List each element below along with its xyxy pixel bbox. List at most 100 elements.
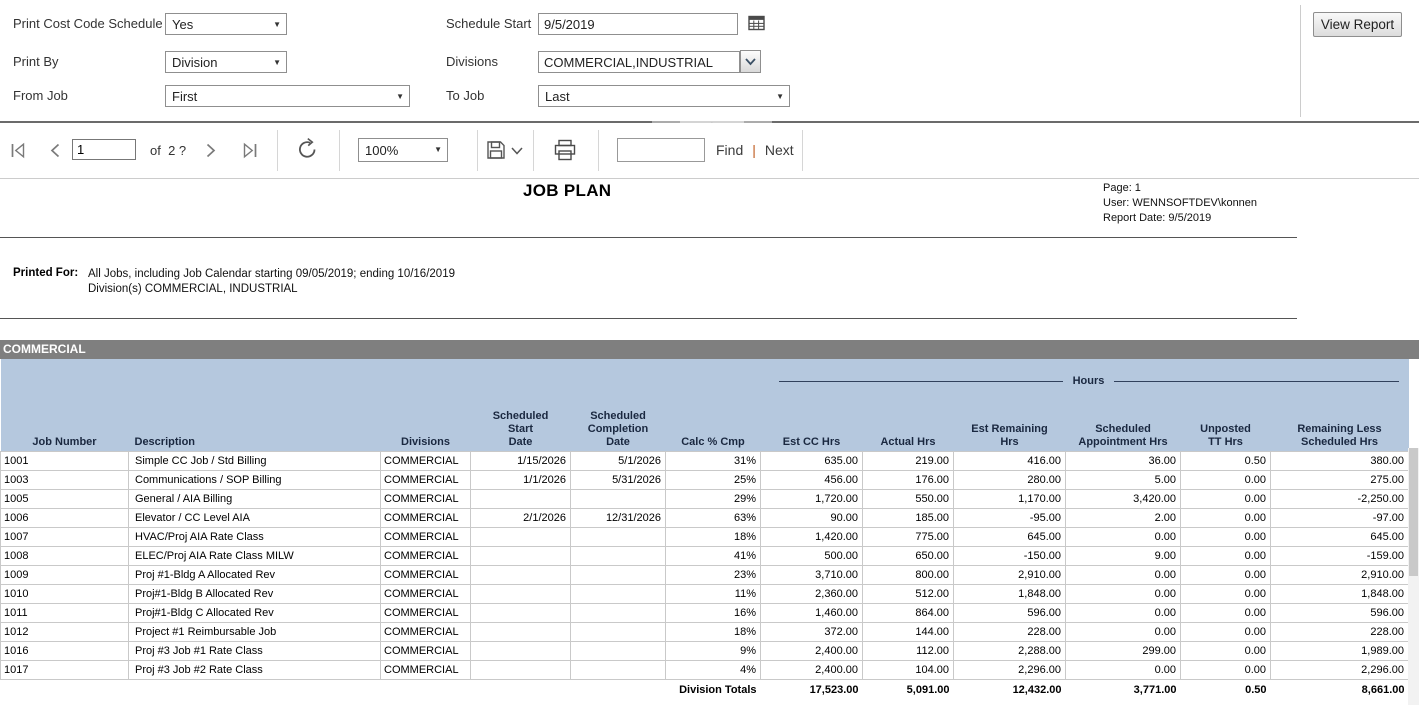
table-cell xyxy=(471,490,571,509)
table-cell xyxy=(571,642,666,661)
page-info-block: Page: 1 User: WENNSOFTDEV\konnen Report … xyxy=(1103,181,1257,226)
to-job-select[interactable]: Last ▼ xyxy=(538,85,790,107)
column-header-scheduled-appointment-hrs: Scheduled Appointment Hrs xyxy=(1066,403,1181,452)
table-cell: 5/31/2026 xyxy=(571,471,666,490)
report-title: JOB PLAN xyxy=(523,181,611,201)
table-cell: 1,989.00 xyxy=(1271,642,1409,661)
table-cell: 2/1/2026 xyxy=(471,509,571,528)
column-header-actual-hrs: Actual Hrs xyxy=(863,403,954,452)
previous-page-icon[interactable] xyxy=(46,141,64,160)
table-cell xyxy=(471,642,571,661)
table-cell: 0.00 xyxy=(1181,528,1271,547)
header-rule xyxy=(0,237,1297,238)
calendar-icon[interactable] xyxy=(747,13,766,32)
table-cell: -159.00 xyxy=(1271,547,1409,566)
save-chevron-down-icon[interactable] xyxy=(510,146,524,156)
printed-for-label: Printed For: xyxy=(13,267,78,279)
parameter-panel: Print Cost Code Schedule Yes ▼ Print By … xyxy=(0,0,1419,123)
print-by-select[interactable]: Division ▼ xyxy=(165,51,287,73)
zoom-select[interactable]: 100% ▼ xyxy=(358,138,448,162)
table-cell: 0.00 xyxy=(1181,642,1271,661)
table-cell: 16% xyxy=(666,604,761,623)
report-viewer-window: Print Cost Code Schedule Yes ▼ Print By … xyxy=(0,0,1419,705)
table-cell: Proj#1-Bldg B Allocated Rev xyxy=(129,585,381,604)
division-section-header: COMMERCIAL xyxy=(0,340,1419,359)
table-cell xyxy=(571,528,666,547)
table-cell: 228.00 xyxy=(954,623,1066,642)
hours-group-label: Hours xyxy=(761,375,1409,387)
table-row: 1001Simple CC Job / Std BillingCOMMERCIA… xyxy=(1,452,1409,471)
table-cell: 0.00 xyxy=(1181,490,1271,509)
table-cell: -95.00 xyxy=(954,509,1066,528)
schedule-start-input[interactable] xyxy=(538,13,738,35)
print-icon[interactable] xyxy=(552,138,578,162)
table-cell: 1,170.00 xyxy=(954,490,1066,509)
table-cell: Proj#1-Bldg C Allocated Rev xyxy=(129,604,381,623)
table-cell: 228.00 xyxy=(1271,623,1409,642)
toolbar-separator xyxy=(802,130,803,171)
table-cell xyxy=(471,623,571,642)
print-cost-code-schedule-label: Print Cost Code Schedule xyxy=(13,16,163,31)
table-cell xyxy=(471,604,571,623)
job-plan-table: Hours Job Number Description Divisions S… xyxy=(0,359,1409,700)
divisions-label: Divisions xyxy=(446,54,498,69)
table-cell: 0.00 xyxy=(1181,566,1271,585)
next-page-icon[interactable] xyxy=(202,141,220,160)
table-cell: 9.00 xyxy=(1066,547,1181,566)
table-cell: COMMERCIAL xyxy=(381,452,471,471)
from-job-select[interactable]: First ▼ xyxy=(165,85,410,107)
view-report-button[interactable]: View Report xyxy=(1313,12,1402,37)
table-cell: 5.00 xyxy=(1066,471,1181,490)
total-est-remaining-hrs: 12,432.00 xyxy=(954,680,1066,701)
table-cell: 1003 xyxy=(1,471,129,490)
table-cell xyxy=(471,585,571,604)
next-link[interactable]: Next xyxy=(765,142,794,158)
hours-right-line xyxy=(1114,381,1398,382)
first-page-icon[interactable] xyxy=(8,141,28,160)
table-cell: -97.00 xyxy=(1271,509,1409,528)
table-row: 1010Proj#1-Bldg B Allocated RevCOMMERCIA… xyxy=(1,585,1409,604)
print-cost-code-schedule-select[interactable]: Yes ▼ xyxy=(165,13,287,35)
table-cell: 4% xyxy=(666,661,761,680)
scrollbar-thumb[interactable] xyxy=(1409,448,1418,576)
table-cell: 0.00 xyxy=(1066,623,1181,642)
divisions-input[interactable] xyxy=(538,51,740,73)
column-header-scheduled-start: Scheduled Start Date xyxy=(471,403,571,452)
chevron-down-icon: ▼ xyxy=(776,93,784,101)
column-header-divisions: Divisions xyxy=(381,403,471,452)
chevron-down-icon: ▼ xyxy=(396,93,404,101)
page-number-input[interactable] xyxy=(72,139,136,160)
table-cell: -2,250.00 xyxy=(1271,490,1409,509)
table-cell: COMMERCIAL xyxy=(381,509,471,528)
table-row: 1012Project #1 Reimbursable JobCOMMERCIA… xyxy=(1,623,1409,642)
table-cell: 0.00 xyxy=(1181,604,1271,623)
find-next-pipe: | xyxy=(752,142,756,158)
table-cell: 596.00 xyxy=(1271,604,1409,623)
table-cell: 645.00 xyxy=(954,528,1066,547)
column-header-scheduled-completion: Scheduled Completion Date xyxy=(571,403,666,452)
table-cell xyxy=(571,585,666,604)
refresh-icon[interactable] xyxy=(294,136,321,163)
table-cell: 0.00 xyxy=(1066,528,1181,547)
report-body: JOB PLAN Page: 1 User: WENNSOFTDEV\konne… xyxy=(0,179,1419,705)
divisions-dropdown-button[interactable] xyxy=(740,50,761,73)
table-cell: 9% xyxy=(666,642,761,661)
table-cell: 2,910.00 xyxy=(954,566,1066,585)
toolbar-separator xyxy=(598,130,599,171)
table-cell: 185.00 xyxy=(863,509,954,528)
table-cell: 2,400.00 xyxy=(761,642,863,661)
table-cell: 1009 xyxy=(1,566,129,585)
table-cell: COMMERCIAL xyxy=(381,604,471,623)
table-row: 1017Proj #3 Job #2 Rate ClassCOMMERCIAL4… xyxy=(1,661,1409,680)
table-cell: 144.00 xyxy=(863,623,954,642)
column-header-description: Description xyxy=(129,403,381,452)
save-export-icon[interactable] xyxy=(485,139,507,161)
table-cell: -150.00 xyxy=(954,547,1066,566)
last-page-icon[interactable] xyxy=(240,141,260,160)
table-cell: 0.00 xyxy=(1181,623,1271,642)
table-cell: 1011 xyxy=(1,604,129,623)
table-cell: 0.00 xyxy=(1066,604,1181,623)
table-cell: Elevator / CC Level AIA xyxy=(129,509,381,528)
find-link[interactable]: Find xyxy=(716,142,743,158)
find-input[interactable] xyxy=(617,138,705,162)
